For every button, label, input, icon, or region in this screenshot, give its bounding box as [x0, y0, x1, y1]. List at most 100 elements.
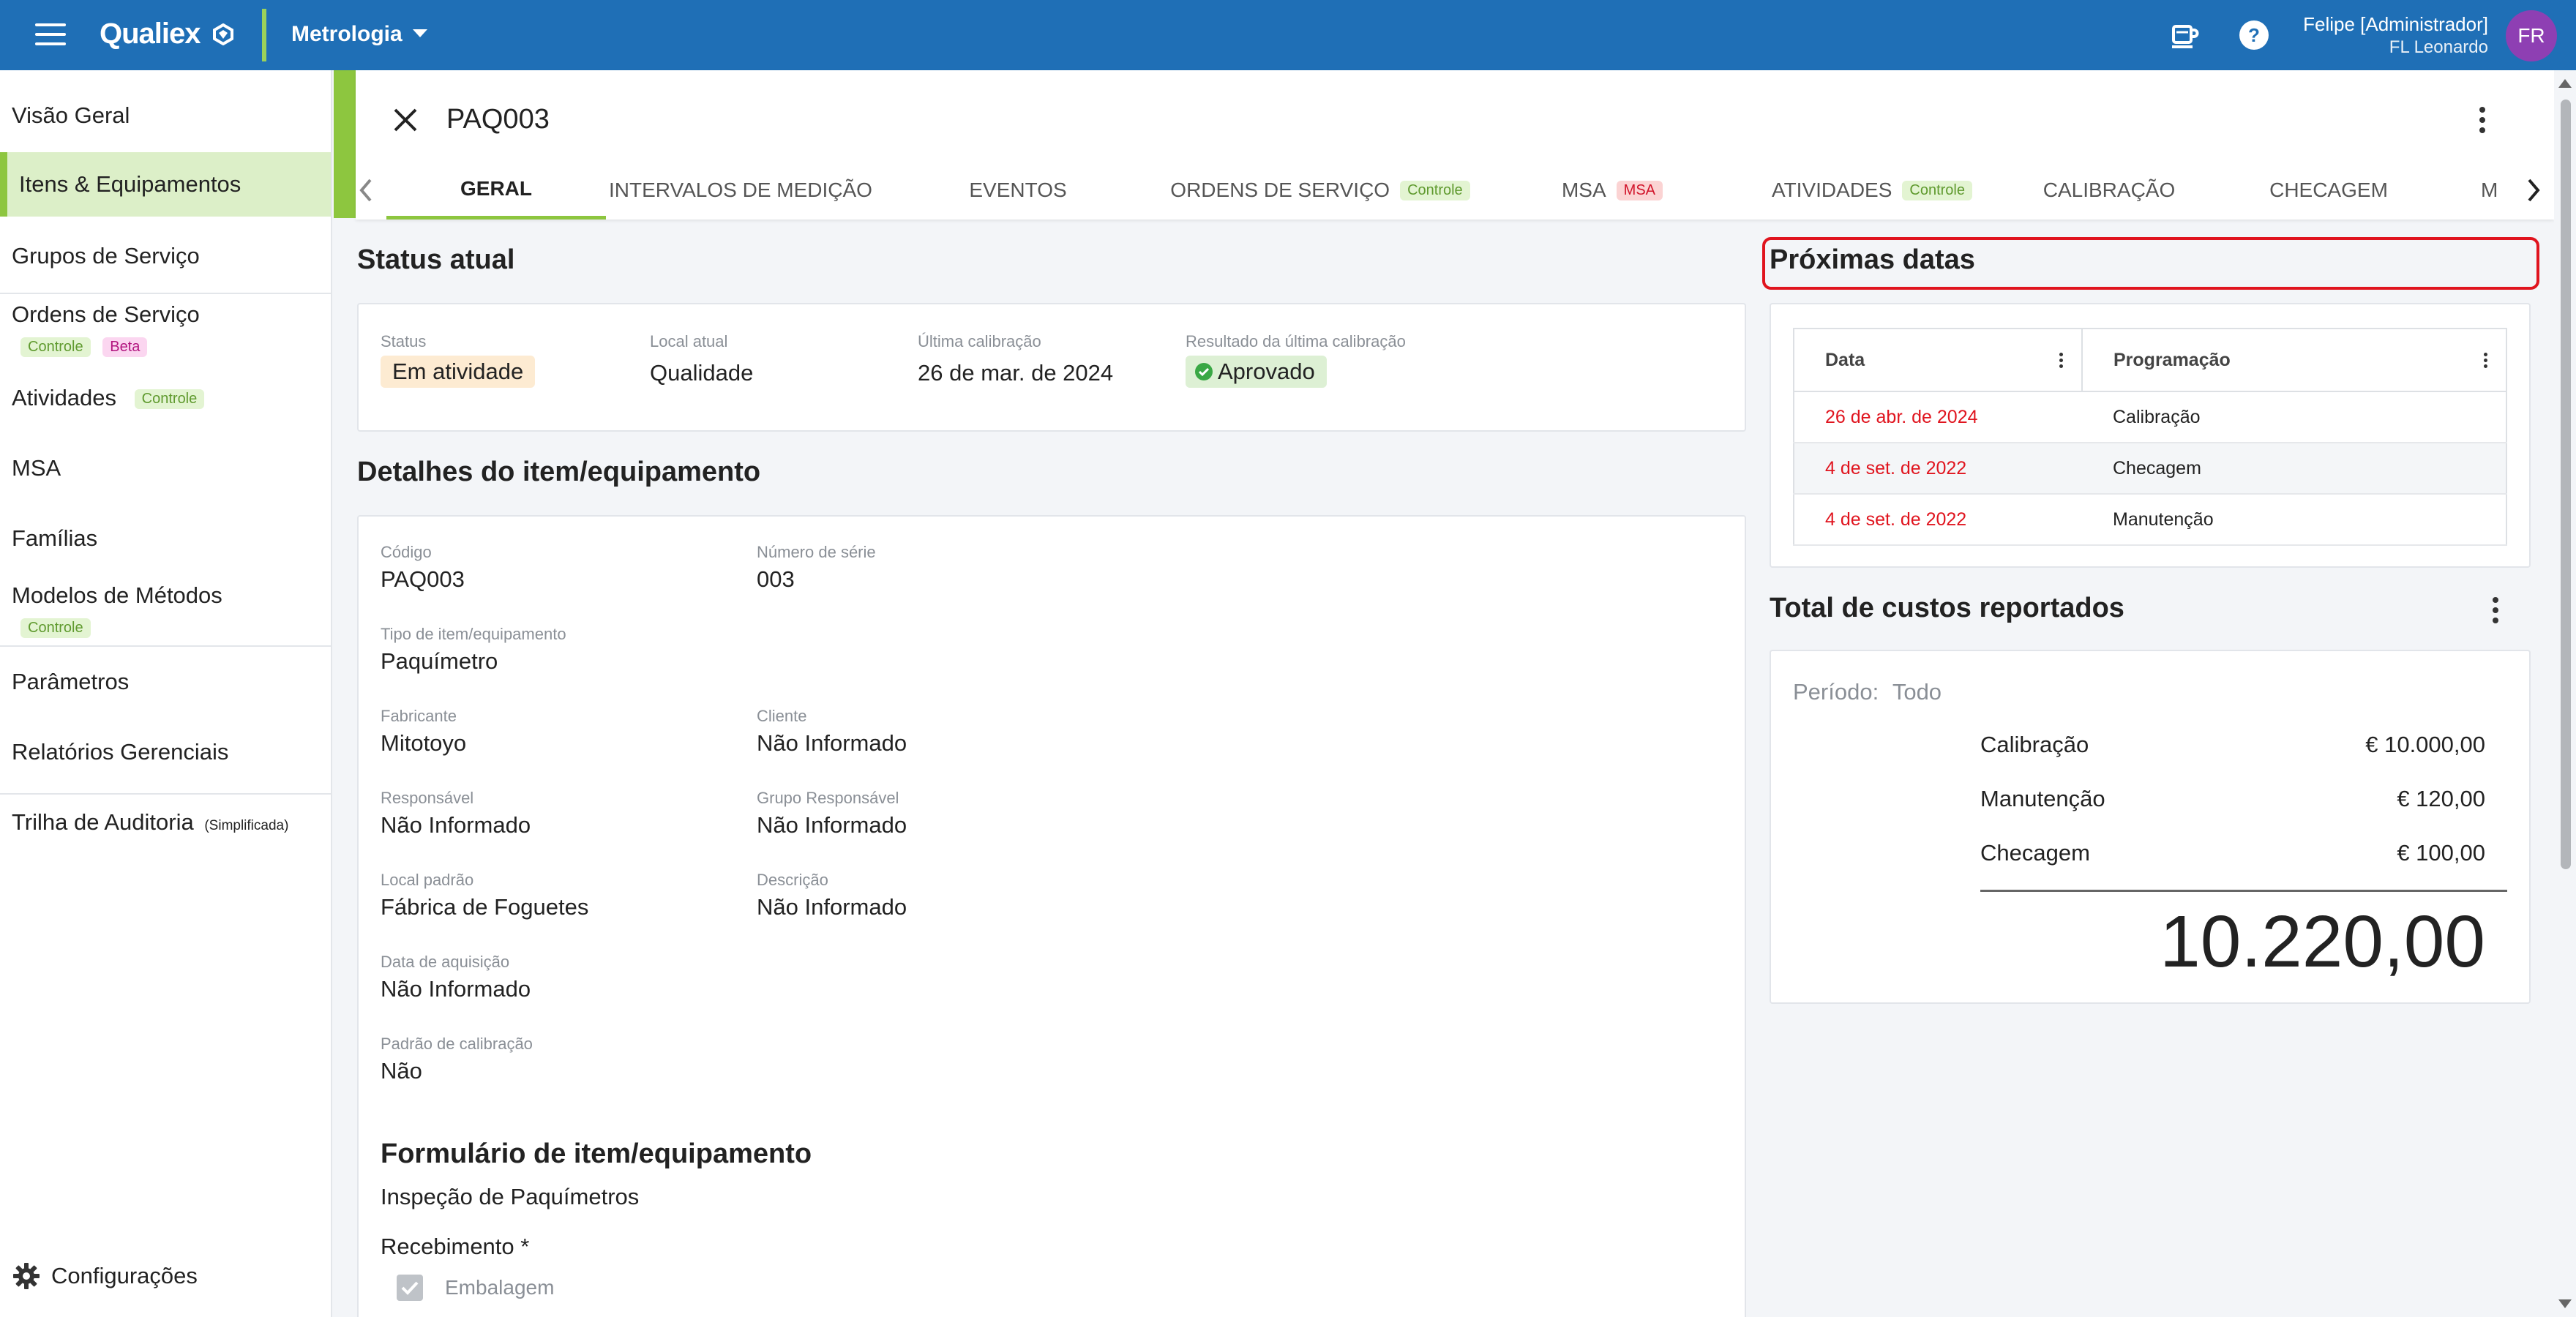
svg-text:?: ? — [2248, 24, 2260, 46]
field-descricao: Descrição Não Informado — [757, 871, 907, 920]
sidebar-item-parametros[interactable]: Parâmetros — [0, 669, 331, 695]
cost-row-checagem: Checagem € 100,00 — [1980, 840, 2485, 866]
cost-row-manutencao: Manutenção € 120,00 — [1980, 786, 2485, 811]
check-circle-icon — [1195, 363, 1213, 380]
scroll-up-icon[interactable] — [2554, 75, 2576, 92]
sidebar-item-trilha-auditoria[interactable]: Trilha de Auditoria (Simplificada) — [0, 809, 331, 836]
item-header: PAQ003 GERAL INTERVALOS DE MEDIÇÃO EVENT… — [356, 70, 2554, 220]
chevron-left-icon[interactable] — [356, 176, 378, 205]
status-section-title: Status atual — [357, 244, 515, 275]
checkbox-checked-icon — [397, 1275, 423, 1301]
sidebar-item-itens-equipamentos[interactable]: Itens & Equipamentos — [0, 152, 331, 217]
brand-logo[interactable]: Qualiex — [100, 18, 234, 50]
status-badge: Em atividade — [381, 356, 536, 388]
column-menu-icon[interactable] — [2058, 353, 2064, 370]
period-filter[interactable]: Período: Todo — [1793, 679, 1942, 705]
top-bar: Qualiex Metrologia ? Felipe [Administrad… — [0, 0, 2576, 70]
costs-title: Total de custos reportados — [1770, 593, 2124, 623]
sidebar-item-ordens-servico[interactable]: Ordens de Serviço Controle Beta — [0, 301, 331, 357]
local-field: Local atual Qualidade — [650, 332, 754, 386]
user-org: FL Leonardo — [2389, 37, 2488, 57]
column-header-data[interactable]: Data — [1794, 329, 2083, 392]
field-responsavel: Responsável Não Informado — [381, 789, 531, 838]
panel-accent — [334, 70, 356, 218]
tab-ordens-servico[interactable]: ORDENS DE SERVIÇO Controle — [1167, 161, 1474, 220]
field-numero-serie: Número de série 003 — [757, 543, 876, 592]
tab-intervalos[interactable]: INTERVALOS DE MEDIÇÃO — [609, 161, 872, 220]
item-title: PAQ003 — [446, 104, 550, 135]
tab-calibracao[interactable]: CALIBRAÇÃO — [2043, 161, 2176, 220]
tab-eventos[interactable]: EVENTOS — [948, 161, 1087, 220]
chevron-right-icon[interactable] — [2522, 176, 2544, 205]
sidebar-item-visao-geral[interactable]: Visão Geral — [0, 102, 331, 129]
tab-bar: GERAL INTERVALOS DE MEDIÇÃO EVENTOS ORDE… — [356, 161, 2554, 220]
total-divider — [1980, 890, 2507, 892]
controle-badge: Controle — [134, 389, 205, 409]
controle-badge: Controle — [1902, 180, 1972, 200]
tab-overflow[interactable]: M — [2481, 161, 2510, 220]
avatar[interactable]: FR — [2506, 10, 2557, 61]
field-fabricante: Fabricante Mitotoyo — [381, 707, 467, 756]
table-row[interactable]: 26 de abr. de 2024 Calibração — [1794, 391, 2506, 443]
result-field: Resultado da última calibração Aprovado — [1186, 332, 1406, 388]
settings-label: Configurações — [51, 1263, 198, 1288]
sidebar-item-modelos-metodos[interactable]: Modelos de Métodos Controle — [0, 582, 331, 638]
sidebar-item-atividades[interactable]: Atividades Controle — [0, 385, 331, 411]
status-card: Status Em atividade Local atual Qualidad… — [357, 303, 1746, 432]
field-tipo: Tipo de item/equipamento Paquímetro — [381, 625, 566, 674]
field-cliente: Cliente Não Informado — [757, 707, 907, 756]
tab-geral[interactable]: GERAL — [386, 161, 606, 220]
menu-icon[interactable] — [35, 23, 66, 47]
sidebar-item-relatorios[interactable]: Relatórios Gerenciais — [0, 739, 331, 765]
settings-button[interactable]: Configurações — [12, 1261, 198, 1291]
more-vert-icon[interactable] — [2491, 597, 2500, 628]
tab-msa[interactable]: MSA MSA — [1550, 161, 1674, 220]
field-codigo: Código PAQ003 — [381, 543, 465, 592]
tab-atividades[interactable]: ATIVIDADES Controle — [1755, 161, 1989, 220]
msa-badge: MSA — [1616, 180, 1663, 200]
user-info[interactable]: Felipe [Administrador] FL Leonardo — [2303, 13, 2488, 58]
cost-total: 10.220,00 — [2160, 901, 2485, 983]
table-row[interactable]: 4 de set. de 2022 Manutenção — [1794, 494, 2506, 546]
beta-badge: Beta — [102, 337, 148, 357]
field-local-padrao: Local padrão Fábrica de Foguetes — [381, 871, 589, 920]
controle-badge: Controle — [20, 337, 91, 357]
scroll-thumb[interactable] — [2561, 100, 2571, 869]
scrollbar[interactable] — [2554, 70, 2576, 1317]
details-section-title: Detalhes do item/equipamento — [357, 457, 761, 487]
controle-badge: Controle — [1400, 180, 1470, 200]
more-vert-icon[interactable] — [2478, 107, 2487, 138]
gear-icon — [13, 1263, 40, 1289]
table-row[interactable]: 4 de set. de 2022 Checagem — [1794, 443, 2506, 495]
details-card: Código PAQ003 Número de série 003 Tipo de … — [357, 515, 1746, 1317]
costs-card: Período: Todo Calibração € 10.000,00 Manu… — [1770, 650, 2531, 1004]
next-dates-highlight — [1762, 237, 2539, 290]
column-menu-icon[interactable] — [2482, 353, 2488, 370]
form-name: Inspeção de Paquímetros — [381, 1184, 640, 1209]
help-icon[interactable]: ? — [2236, 18, 2272, 53]
status-field: Status Em atividade — [381, 332, 536, 388]
brand-name: Qualiex — [100, 18, 201, 50]
trilha-suffix: (Simplificada) — [204, 818, 289, 833]
field-grupo-responsavel: Grupo Responsável Não Informado — [757, 789, 907, 838]
column-header-programacao[interactable]: Programação — [2082, 329, 2506, 392]
next-dates-card: Data Programação 26 de abr. de 2024 Cali… — [1770, 303, 2531, 568]
scroll-down-icon[interactable] — [2554, 1295, 2576, 1313]
form-section-title: Formulário de item/equipamento — [381, 1138, 812, 1169]
sidebar: Visão Geral Itens & Equipamentos Grupos … — [0, 70, 332, 1317]
module-label: Metrologia — [291, 22, 402, 46]
sidebar-item-grupos-servico[interactable]: Grupos de Serviço — [0, 243, 331, 269]
coffee-cup-icon[interactable] — [2166, 18, 2201, 53]
form-section-label: Recebimento * — [381, 1234, 530, 1259]
tab-checagem[interactable]: CHECAGEM — [2263, 161, 2395, 220]
user-name: Felipe [Administrador] — [2303, 13, 2488, 35]
module-selector[interactable]: Metrologia — [291, 22, 427, 47]
cost-row-calibracao: Calibração € 10.000,00 — [1980, 732, 2485, 757]
embalagem-checkbox[interactable]: Embalagem — [397, 1275, 554, 1301]
sidebar-item-msa[interactable]: MSA — [0, 455, 331, 481]
close-icon[interactable] — [392, 107, 419, 133]
sidebar-divider — [0, 293, 331, 294]
chevron-down-icon — [412, 29, 427, 37]
sidebar-item-familias[interactable]: Famílias — [0, 525, 331, 552]
sidebar-divider — [0, 645, 331, 647]
